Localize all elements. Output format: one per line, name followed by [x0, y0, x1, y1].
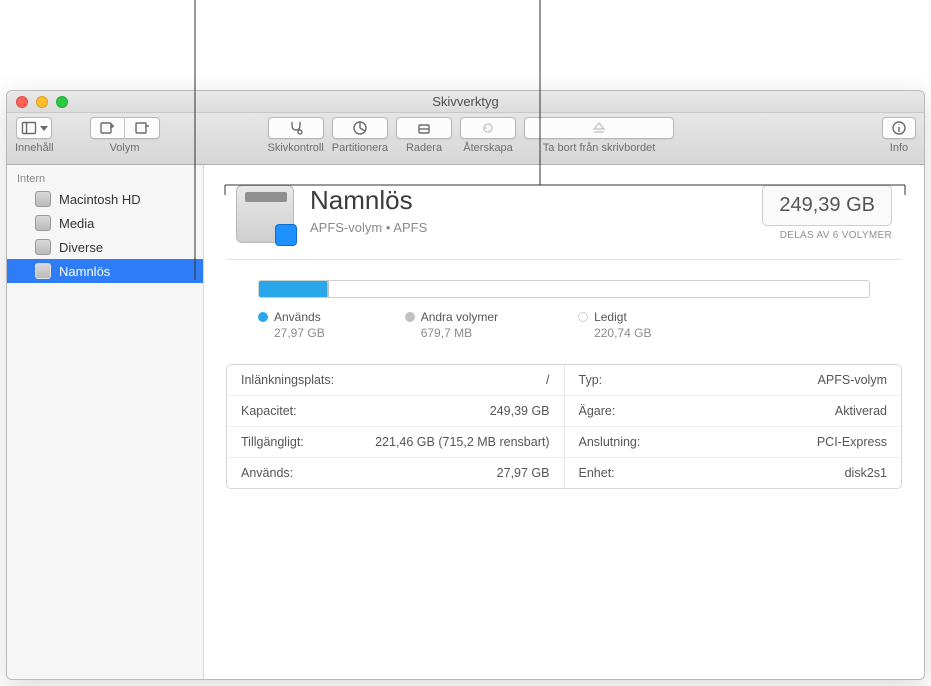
volume-icon [35, 191, 51, 207]
volume-shared-note: DELAS AV 6 VOLYMER [762, 230, 892, 241]
first-aid-button[interactable] [268, 117, 324, 139]
partition-button[interactable] [332, 117, 388, 139]
legend-free: Ledigt 220,74 GB [578, 310, 651, 340]
stethoscope-icon [288, 120, 304, 136]
titlebar: Skivverktyg [7, 91, 924, 113]
restore-button[interactable] [460, 117, 516, 139]
pie-icon [352, 120, 368, 136]
restore-label: Återskapa [463, 142, 513, 154]
legend-other: Andra volymer 679,7 MB [405, 310, 498, 340]
sidebar-item-media[interactable]: Media [7, 211, 203, 235]
first-aid-label: Skivkontroll [268, 142, 324, 154]
volume-remove-button[interactable] [125, 118, 159, 138]
sidebar-item-label: Media [59, 216, 94, 231]
legend-other-value: 679,7 MB [405, 326, 498, 340]
eject-icon [591, 120, 607, 136]
view-label: Innehåll [15, 142, 54, 154]
info-group: Info [882, 117, 916, 164]
erase-button[interactable] [396, 117, 452, 139]
window-title: Skivverktyg [7, 94, 924, 109]
volume-large-icon [236, 185, 294, 243]
volume-buttons [90, 117, 160, 139]
sidebar-item-namnlos[interactable]: Namnlös [7, 259, 203, 283]
volume-header: Namnlös APFS-volym • APFS 249,39 GB DELA… [204, 165, 924, 259]
sidebar-item-macintosh-hd[interactable]: Macintosh HD [7, 187, 203, 211]
info-button[interactable] [882, 117, 916, 139]
toolbar-center: Skivkontroll Partitionera Radera Återska… [268, 117, 675, 164]
toolbar: Innehåll Volym Skivkontroll [7, 113, 924, 165]
sidebar-section-label: Intern [7, 169, 203, 187]
usage-seg-used [259, 281, 327, 297]
legend-used: Används 27,97 GB [258, 310, 325, 340]
restore-group: Återskapa [460, 117, 516, 164]
finder-badge-icon [275, 224, 297, 246]
volume-size: 249,39 GB [762, 185, 892, 226]
sidebar: Intern Macintosh HD Media Diverse Namnlö… [7, 165, 204, 679]
sidebar-item-diverse[interactable]: Diverse [7, 235, 203, 259]
view-button[interactable] [16, 117, 52, 139]
table-row: Enhet:disk2s1 [565, 458, 902, 488]
legend-dot-used [258, 312, 268, 322]
unmount-label: Ta bort från skrivbordet [543, 142, 656, 154]
table-row: Ägare:Aktiverad [565, 396, 902, 427]
legend-dot-other [405, 312, 415, 322]
erase-label: Radera [406, 142, 442, 154]
erase-group: Radera [396, 117, 452, 164]
usage-bar [258, 280, 870, 298]
content-body: Intern Macintosh HD Media Diverse Namnlö… [7, 165, 924, 679]
volume-title-block: Namnlös APFS-volym • APFS [310, 185, 427, 235]
legend-free-value: 220,74 GB [578, 326, 651, 340]
toolbar-volume-group: Volym [90, 117, 160, 164]
usage-legend: Används 27,97 GB Andra volymer 679,7 MB … [258, 310, 870, 340]
volume-icon [35, 263, 51, 279]
details-left: Inlänkningsplats:/ Kapacitet:249,39 GB T… [227, 365, 565, 488]
sidebar-item-label: Namnlös [59, 264, 110, 279]
sidebar-item-label: Macintosh HD [59, 192, 141, 207]
volume-add-button[interactable] [91, 118, 125, 138]
info-label: Info [890, 142, 908, 154]
legend-dot-free [578, 312, 588, 322]
legend-other-label: Andra volymer [421, 310, 498, 324]
first-aid-group: Skivkontroll [268, 117, 324, 164]
table-row: Anslutning:PCI-Express [565, 427, 902, 458]
legend-used-label: Används [274, 310, 321, 324]
details-right: Typ:APFS-volym Ägare:Aktiverad Anslutnin… [565, 365, 902, 488]
partition-label: Partitionera [332, 142, 388, 154]
sidebar-item-label: Diverse [59, 240, 103, 255]
restore-icon [480, 120, 496, 136]
legend-used-value: 27,97 GB [258, 326, 325, 340]
usage-section: Används 27,97 GB Andra volymer 679,7 MB … [226, 259, 902, 340]
chevron-down-icon [40, 126, 48, 131]
unmount-group: Ta bort från skrivbordet [524, 117, 674, 164]
table-row: Typ:APFS-volym [565, 365, 902, 396]
main-pane: Namnlös APFS-volym • APFS 249,39 GB DELA… [204, 165, 924, 679]
toolbar-view-group: Innehåll [15, 117, 54, 164]
volume-subtitle: APFS-volym • APFS [310, 220, 427, 235]
legend-free-label: Ledigt [594, 310, 627, 324]
volume-size-block: 249,39 GB DELAS AV 6 VOLYMER [762, 185, 892, 241]
details-table: Inlänkningsplats:/ Kapacitet:249,39 GB T… [226, 364, 902, 489]
erase-icon [416, 120, 432, 136]
table-row: Används:27,97 GB [227, 458, 564, 488]
volume-icon [35, 215, 51, 231]
volume-label: Volym [110, 142, 140, 154]
table-row: Kapacitet:249,39 GB [227, 396, 564, 427]
table-row: Tillgängligt:221,46 GB (715,2 MB rensbar… [227, 427, 564, 458]
volume-icon [35, 239, 51, 255]
usage-seg-other [327, 281, 329, 297]
table-row: Inlänkningsplats:/ [227, 365, 564, 396]
window: Skivverktyg Innehåll Volym [6, 90, 925, 680]
volume-name: Namnlös [310, 185, 427, 216]
unmount-button[interactable] [524, 117, 674, 139]
info-icon [891, 120, 907, 136]
sidebar-toggle-icon[interactable] [17, 118, 51, 138]
partition-group: Partitionera [332, 117, 388, 164]
